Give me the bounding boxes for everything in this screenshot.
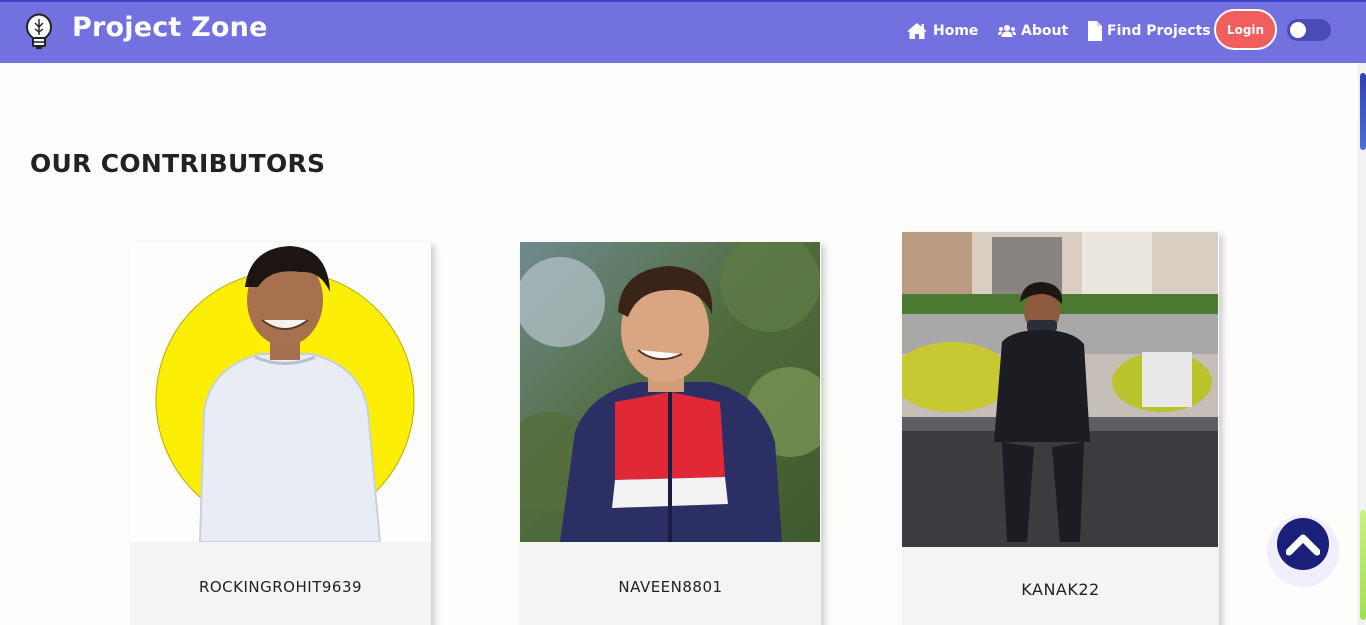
scroll-to-top-button[interactable]: [1277, 518, 1329, 570]
toggle-knob: [1290, 22, 1306, 38]
chevron-up-icon: [1286, 534, 1320, 556]
brand-title[interactable]: Project Zone: [72, 12, 268, 43]
nav-about-label: About: [1021, 23, 1069, 39]
contributor-username: NAVEEN8801: [520, 542, 821, 625]
scrollbar-thumb[interactable]: [1360, 73, 1366, 150]
nav-about-link[interactable]: About: [998, 19, 1068, 43]
nav-home-link[interactable]: Home: [906, 19, 978, 43]
contributor-photo: [902, 232, 1218, 547]
nav-find-projects-label: Find Projects: [1107, 23, 1211, 39]
section-title: OUR CONTRIBUTORS: [30, 149, 326, 178]
contributor-card[interactable]: KANAK22: [902, 232, 1219, 625]
file-icon: [1088, 21, 1102, 41]
home-icon: [907, 23, 927, 39]
navbar: Project Zone Home About Find Projects Lo…: [0, 2, 1366, 63]
dark-mode-toggle[interactable]: [1287, 19, 1331, 41]
lightbulb-logo-icon[interactable]: [24, 13, 54, 51]
contributor-card[interactable]: ROCKINGROHIT9639: [130, 242, 431, 625]
login-button[interactable]: Login: [1214, 9, 1277, 50]
contributor-username: KANAK22: [902, 547, 1219, 625]
contributor-username: ROCKINGROHIT9639: [130, 542, 431, 625]
users-icon: [998, 25, 1016, 37]
scrollbar-accent: [1360, 510, 1366, 620]
nav-home-label: Home: [933, 23, 979, 39]
nav-find-projects-link[interactable]: Find Projects: [1087, 19, 1211, 43]
contributor-photo: [130, 242, 431, 542]
contributor-card[interactable]: NAVEEN8801: [520, 242, 821, 625]
contributor-photo: [520, 242, 820, 542]
